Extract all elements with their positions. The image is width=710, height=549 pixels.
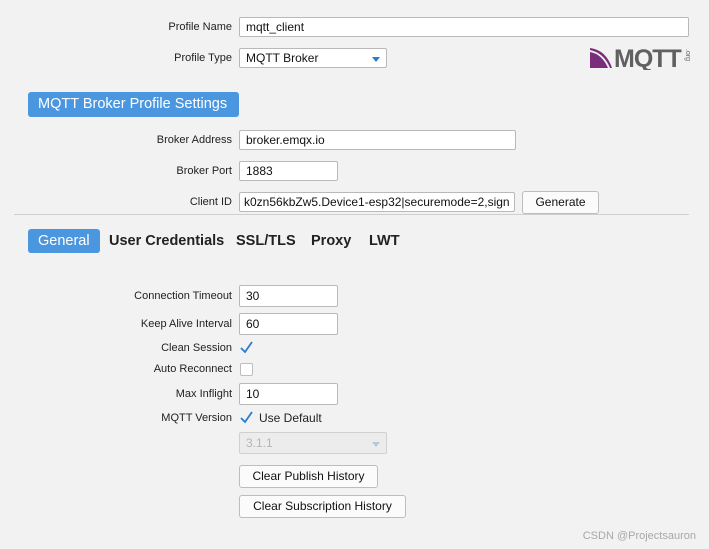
clear-subscription-history-button[interactable]: Clear Subscription History [239, 495, 406, 518]
tab-general[interactable]: General [28, 229, 100, 253]
generate-button[interactable]: Generate [522, 191, 599, 214]
clean-session-checkbox[interactable] [240, 341, 253, 355]
connection-timeout-label: Connection Timeout [134, 290, 232, 302]
mqtt-logo: MQTT .org [590, 44, 691, 73]
profile-type-label: Profile Type [174, 52, 232, 64]
profile-type-value: MQTT Broker [246, 51, 319, 65]
watermark: CSDN @Projectsauron [582, 530, 696, 542]
client-id-label: Client ID [189, 196, 232, 208]
section-divider [14, 214, 689, 215]
tab-lwt[interactable]: LWT [369, 229, 400, 253]
profile-type-select[interactable]: MQTT Broker [239, 48, 387, 68]
use-default-checkbox[interactable] [240, 411, 253, 425]
broker-port-input[interactable]: 1883 [239, 161, 338, 181]
auto-reconnect-label: Auto Reconnect [153, 363, 232, 375]
tab-proxy[interactable]: Proxy [311, 229, 351, 253]
auto-reconnect-checkbox[interactable] [240, 363, 253, 376]
client-id-input[interactable]: k0zn56kbZw5.Device1-esp32|securemode=2,s… [239, 192, 515, 212]
clean-session-label: Clean Session [161, 342, 232, 354]
broker-address-input[interactable]: broker.emqx.io [239, 130, 516, 150]
mqtt-version-value: 3.1.1 [246, 436, 273, 450]
checkmark-icon [240, 411, 253, 424]
svg-text:MQTT: MQTT [614, 45, 682, 70]
broker-port-label: Broker Port [176, 165, 232, 177]
clear-publish-history-button[interactable]: Clear Publish History [239, 465, 378, 488]
chevron-down-icon [372, 57, 380, 62]
max-inflight-label: Max Inflight [175, 388, 232, 400]
max-inflight-input[interactable]: 10 [239, 383, 338, 405]
chevron-down-icon [372, 442, 380, 447]
profile-name-input[interactable]: mqtt_client [239, 17, 689, 37]
profile-name-label: Profile Name [168, 21, 232, 33]
checkmark-icon [240, 341, 253, 354]
tab-ssl-tls[interactable]: SSL/TLS [236, 229, 296, 253]
mqtt-version-select[interactable]: 3.1.1 [239, 432, 387, 454]
use-default-label: Use Default [259, 411, 322, 425]
keep-alive-label: Keep Alive Interval [140, 318, 232, 330]
svg-text:.org: .org [684, 49, 690, 61]
tab-user-credentials[interactable]: User Credentials [109, 229, 224, 253]
broker-profile-settings-header: MQTT Broker Profile Settings [28, 92, 239, 117]
broker-address-label: Broker Address [156, 134, 232, 146]
connection-timeout-input[interactable]: 30 [239, 285, 338, 307]
keep-alive-input[interactable]: 60 [239, 313, 338, 335]
mqtt-version-label: MQTT Version [161, 412, 232, 424]
